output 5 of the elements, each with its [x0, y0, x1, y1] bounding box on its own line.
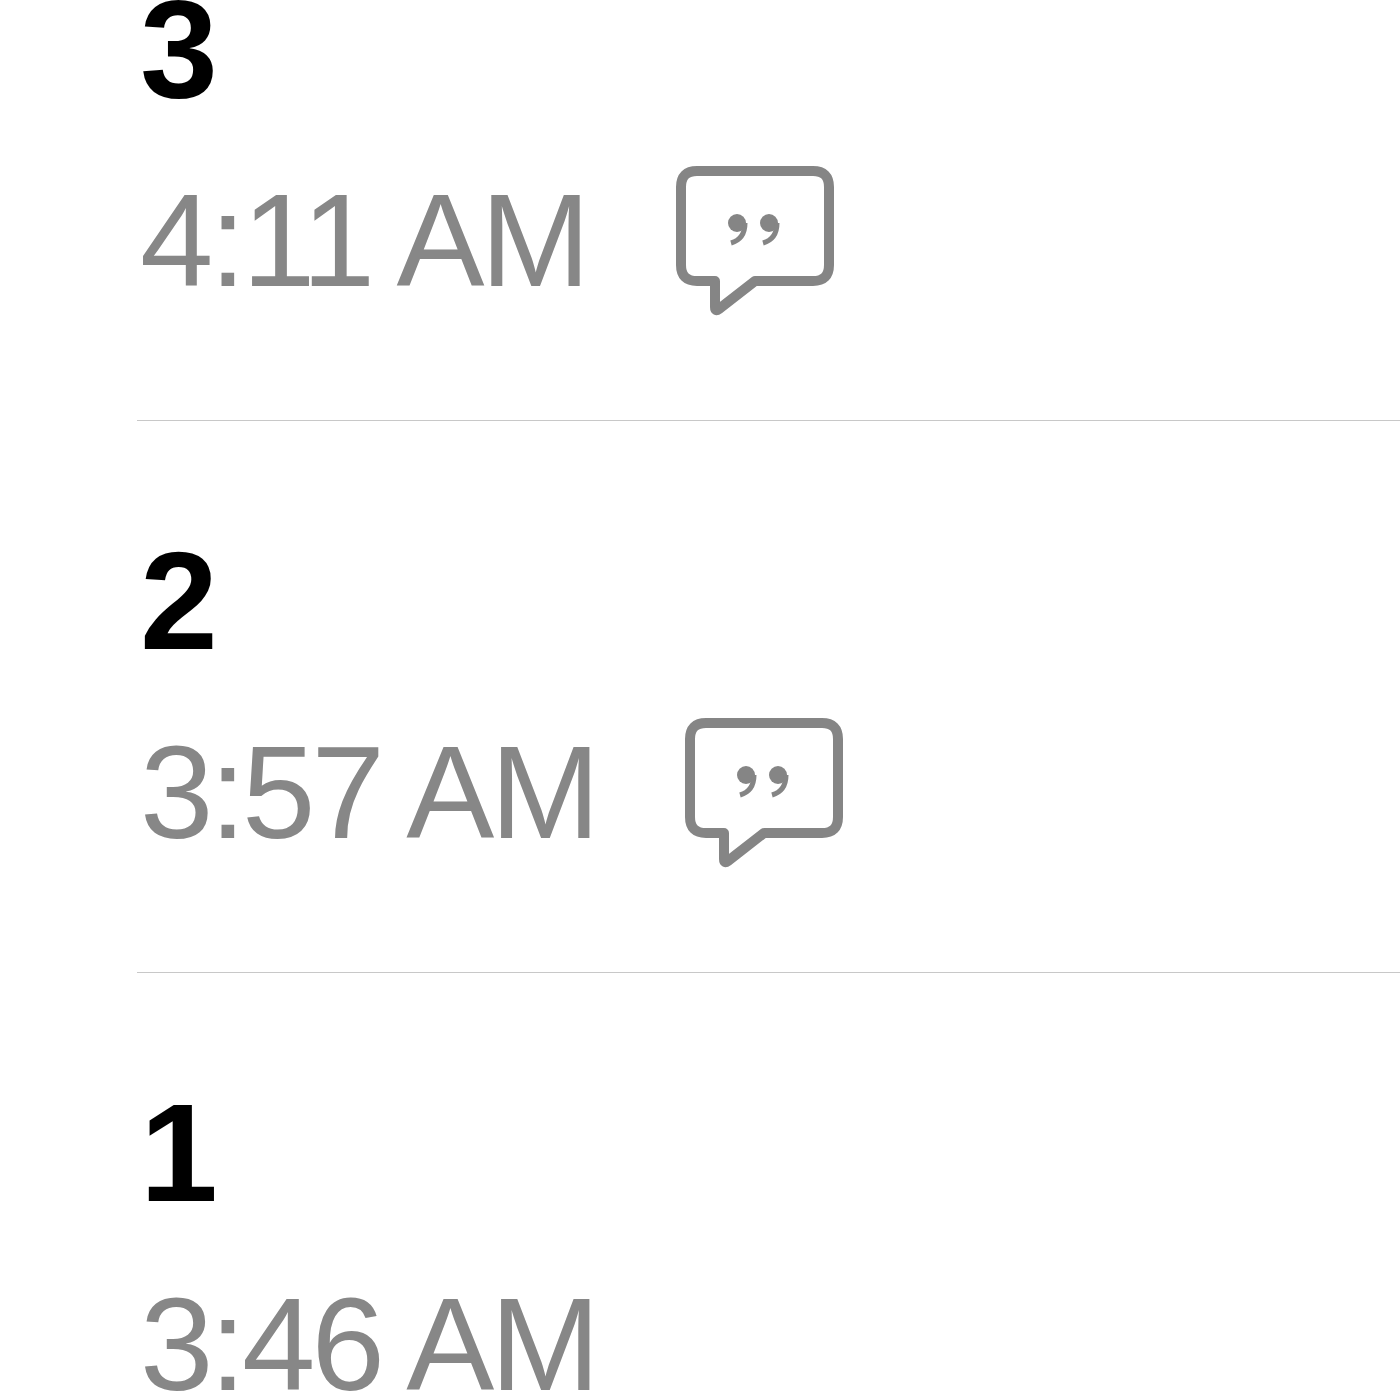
entry-number: 1 [139, 1083, 218, 1223]
entry-number: 2 [139, 531, 218, 671]
entry-time: 4:11 AM [140, 188, 587, 294]
entry-time: 3:57 AM [140, 740, 597, 846]
entry-time: 3:46 AM [140, 1292, 597, 1398]
